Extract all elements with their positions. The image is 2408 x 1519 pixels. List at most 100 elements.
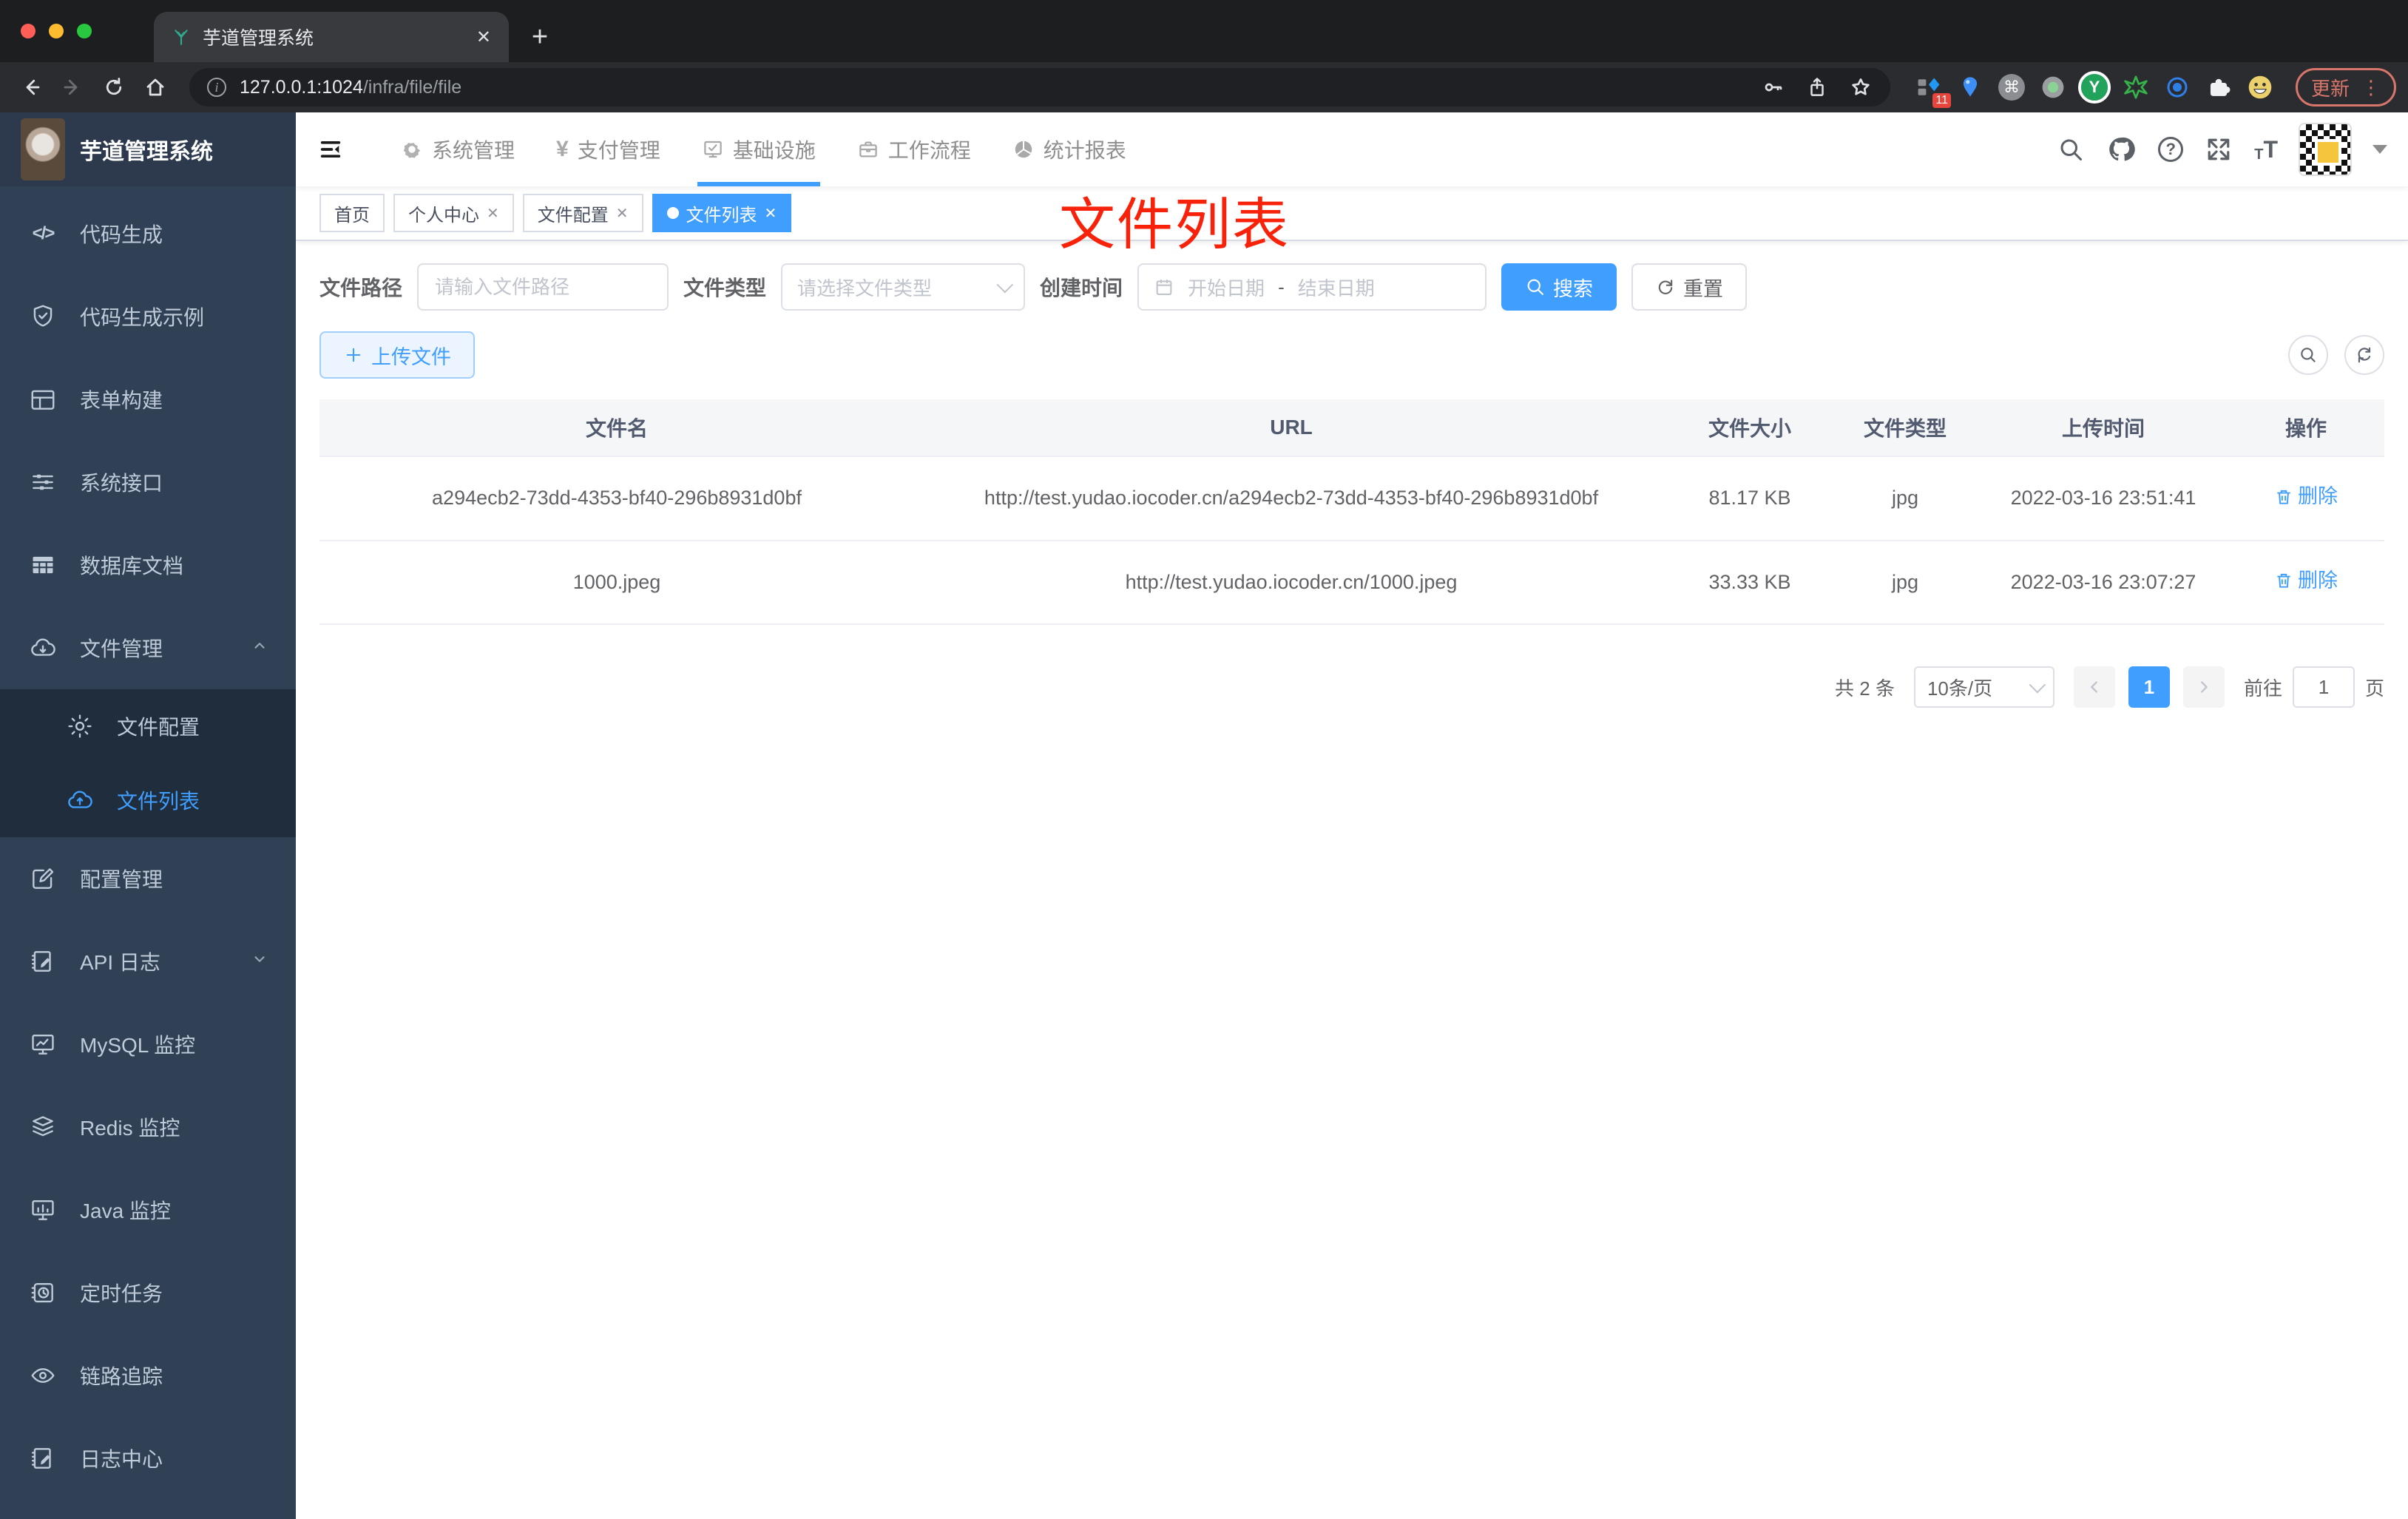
fullscreen-icon[interactable]	[2205, 136, 2232, 163]
app: 芋道管理系统 </> 代码生成 代码生成示例 表单构建 系统接口 数据库文档 文…	[0, 112, 2408, 1519]
close-window-button[interactable]	[21, 24, 35, 38]
page-number[interactable]: 1	[2128, 666, 2170, 708]
avatar[interactable]	[2299, 123, 2352, 176]
tag-profile[interactable]: 个人中心 ✕	[393, 194, 514, 232]
nav-infrastructure[interactable]: 基础设施	[681, 112, 836, 186]
edit-square-icon	[28, 865, 58, 893]
minimize-window-button[interactable]	[49, 24, 64, 38]
address-bar[interactable]: i 127.0.0.1:1024/infra/file/file	[189, 68, 1890, 106]
search-icon[interactable]	[2057, 136, 2084, 163]
sidebar-item-java-monitor[interactable]: Java 监控	[0, 1168, 296, 1251]
sidebar-item-log-center[interactable]: 日志中心	[0, 1417, 296, 1500]
reload-icon[interactable]	[95, 68, 133, 106]
sidebar-item-system-api[interactable]: 系统接口	[0, 441, 296, 524]
delete-button[interactable]: 删除	[2274, 482, 2338, 511]
avatar-caret-icon[interactable]	[2373, 145, 2387, 154]
tag-close-icon[interactable]: ✕	[487, 204, 499, 223]
help-icon[interactable]: ?	[2158, 137, 2184, 162]
prev-page-icon[interactable]	[2073, 666, 2115, 708]
sidebar-item-mysql-monitor[interactable]: MySQL 监控	[0, 1003, 296, 1086]
page-size-select[interactable]: 10条/页	[1913, 666, 2054, 708]
top-nav: 系统管理 ¥ 支付管理 基础设施 工作流程 统计报表	[380, 112, 1147, 186]
sidebar-item-code-generation[interactable]: </> 代码生成	[0, 192, 296, 275]
upload-file-button[interactable]: 上传文件	[319, 331, 475, 379]
table-row: 1000.jpeg http://test.yudao.iocoder.cn/1…	[319, 540, 2384, 626]
sidebar-item-code-example[interactable]: 代码生成示例	[0, 275, 296, 358]
url-text[interactable]: 127.0.0.1:1024/infra/file/file	[240, 77, 461, 98]
password-key-icon[interactable]	[1762, 75, 1785, 99]
home-icon[interactable]	[136, 68, 175, 106]
sidebar-item-file-management[interactable]: 文件管理	[0, 606, 296, 689]
emoji-face-icon[interactable]	[2245, 72, 2275, 102]
cell-file-name: a294ecb2-73dd-4353-bf40-296b8931d0bf	[319, 456, 914, 541]
forward-icon[interactable]	[53, 68, 92, 106]
nav-label: 基础设施	[732, 139, 816, 162]
sidebar-item-scheduled-tasks[interactable]: 定时任务	[0, 1251, 296, 1334]
trash-icon	[2277, 574, 2290, 588]
date-range-picker[interactable]: 开始日期 - 结束日期	[1137, 263, 1487, 311]
browser-update-button[interactable]: 更新 ⋮	[2295, 68, 2396, 106]
toggle-search-icon[interactable]	[2288, 335, 2328, 375]
next-page-icon[interactable]	[2182, 666, 2225, 708]
sidebar-item-label: 链路追踪	[80, 1365, 163, 1388]
sidebar-item-file-list[interactable]: 文件列表	[0, 763, 296, 837]
table-tools	[2288, 335, 2384, 375]
logo-avatar	[21, 118, 65, 180]
nav-payment-management[interactable]: ¥ 支付管理	[535, 112, 681, 186]
app-header: 系统管理 ¥ 支付管理 基础设施 工作流程 统计报表 ? T T	[296, 112, 2408, 186]
tag-file-config[interactable]: 文件配置 ✕	[522, 194, 643, 232]
collapse-sidebar-icon[interactable]	[296, 112, 365, 186]
green-star-icon[interactable]	[2121, 72, 2151, 102]
sidebar-logo[interactable]: 芋道管理系统	[0, 112, 296, 186]
nav-system-management[interactable]: 系统管理	[380, 112, 535, 186]
tag-file-list[interactable]: 文件列表 ✕	[652, 194, 792, 232]
sidebar-item-redis-monitor[interactable]: Redis 监控	[0, 1086, 296, 1168]
share-icon[interactable]	[1806, 76, 1828, 98]
reset-button[interactable]: 重置	[1631, 263, 1748, 311]
nav-label: 系统管理	[432, 139, 515, 162]
new-tab-button[interactable]: +	[518, 15, 562, 59]
browser-menu-icon[interactable]: ⋮	[2361, 76, 2381, 99]
balloon-icon[interactable]	[1955, 72, 1985, 102]
tag-close-icon[interactable]: ✕	[765, 204, 777, 223]
tab-close-icon[interactable]: ✕	[476, 27, 491, 48]
cell-file-size: 33.33 KB	[1668, 540, 1831, 626]
file-table: 文件名 URL 文件大小 文件类型 上传时间 操作 a294ecb2-73dd-…	[319, 399, 2384, 626]
grid-diamond-icon[interactable]: 11	[1914, 72, 1951, 108]
sidebar-item-label: Redis 监控	[80, 1117, 180, 1140]
search-button[interactable]: 搜索	[1501, 263, 1617, 311]
sidebar-item-tracing[interactable]: 链路追踪	[0, 1334, 296, 1417]
goto-page-input[interactable]	[2292, 666, 2355, 708]
puzzle-icon[interactable]	[2204, 72, 2233, 102]
chevron-up-icon	[251, 637, 268, 658]
site-info-icon[interactable]: i	[207, 78, 226, 97]
font-size-icon[interactable]: TT	[2254, 136, 2278, 163]
nav-workflow[interactable]: 工作流程	[836, 112, 992, 186]
blue-eye-icon[interactable]	[2162, 72, 2192, 102]
sidebar-item-db-doc[interactable]: 数据库文档	[0, 524, 296, 606]
sidebar-item-api-log[interactable]: API 日志	[0, 920, 296, 1003]
zoom-window-button[interactable]	[77, 24, 92, 38]
page-content: 文件路径 文件类型 请选择文件类型 创建时间 开始日期 - 结束日期 搜索	[296, 241, 2408, 1519]
browser-tab[interactable]: 芋道管理系统 ✕	[154, 12, 509, 62]
monitor-bars-icon	[28, 1196, 58, 1224]
col-upload-time: 上传时间	[1979, 399, 2228, 456]
command-circle-icon[interactable]: ⌘	[1997, 72, 2026, 102]
file-path-input[interactable]	[417, 263, 669, 311]
y-circle-icon[interactable]: Y	[2077, 71, 2111, 104]
bookmark-star-icon[interactable]	[1849, 75, 1873, 99]
refresh-icon	[1658, 280, 1673, 294]
file-type-select[interactable]: 请选择文件类型	[781, 263, 1026, 311]
refresh-table-icon[interactable]	[2344, 335, 2384, 375]
back-icon[interactable]	[12, 68, 50, 106]
tag-home[interactable]: 首页	[319, 194, 385, 232]
github-icon[interactable]	[2106, 135, 2136, 164]
tag-close-icon[interactable]: ✕	[616, 204, 629, 223]
sidebar-item-config-management[interactable]: 配置管理	[0, 837, 296, 920]
sidebar-item-form-builder[interactable]: 表单构建	[0, 358, 296, 441]
record-circle-icon[interactable]	[2038, 72, 2068, 102]
nav-statistics[interactable]: 统计报表	[992, 112, 1147, 186]
sidebar-item-file-config[interactable]: 文件配置	[0, 689, 296, 763]
cell-upload-time: 2022-03-16 23:07:27	[1979, 540, 2228, 626]
delete-button[interactable]: 删除	[2274, 566, 2338, 595]
